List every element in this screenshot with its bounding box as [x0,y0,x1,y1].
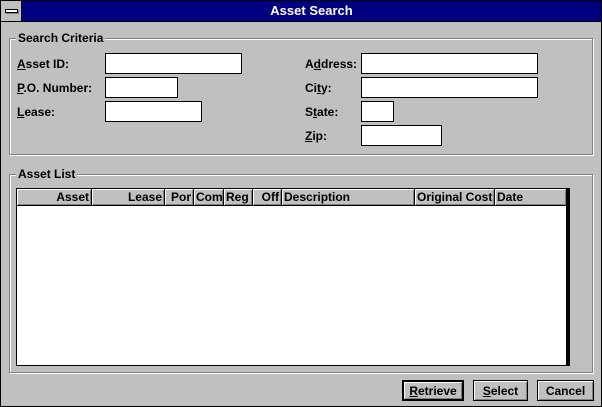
asset-search-window: Asset Search Search Criteria Asset ID: P… [0,0,602,407]
zip-input[interactable] [361,125,442,146]
column-header-lease[interactable]: Lease [92,189,165,205]
asset-id-label-text: sset ID: [25,57,70,71]
column-header-off[interactable]: Off [253,189,282,205]
column-header-asset[interactable]: Asset [17,189,92,205]
city-label-pre: Ci [305,81,317,95]
window-title: Asset Search [270,3,353,18]
asset-list-header: Asset Lease Por Com Reg Off Description … [17,189,567,206]
select-label: elect [490,383,519,398]
address-input[interactable] [361,53,538,74]
city-label: City: [305,80,332,96]
asset-id-accel: A [17,57,26,71]
select-button[interactable]: Select [473,380,528,401]
asset-list-legend: Asset List [16,167,78,181]
column-header-date[interactable]: Date [495,189,567,205]
address-label-pre: A [305,57,314,71]
list-right-border [566,189,569,365]
zip-label: Zip: [305,128,327,144]
asset-list-table[interactable]: Asset Lease Por Com Reg Off Description … [16,188,570,366]
city-input[interactable] [361,77,538,98]
address-accel: d [313,57,322,71]
lease-label-text: ease: [24,105,56,119]
state-input[interactable] [361,101,394,122]
asset-id-input[interactable] [105,53,242,74]
po-number-label: P.O. Number: [17,80,92,96]
lease-input[interactable] [105,101,202,122]
po-number-label-text: .O. Number: [23,81,93,95]
column-header-por[interactable]: Por [165,189,194,205]
asset-id-label: Asset ID: [17,56,69,72]
state-label: State: [305,104,338,120]
retrieve-label: etrieve [417,383,457,398]
retrieve-button[interactable]: Retrieve [402,380,464,401]
system-menu-bar [5,9,18,13]
zip-label-text: ip: [312,129,328,143]
city-label-text: y: [321,81,332,95]
po-number-input[interactable] [105,77,178,98]
column-header-reg[interactable]: Reg [224,189,253,205]
state-label-text: ate: [317,105,339,119]
address-label-text: dress: [321,57,358,71]
lease-label: Lease: [17,104,55,120]
cancel-button[interactable]: Cancel [537,380,594,401]
retrieve-accel: R [409,383,418,398]
column-header-original-cost[interactable]: Original Cost [415,189,495,205]
search-criteria-legend: Search Criteria [16,31,106,45]
title-bar[interactable]: Asset Search [1,1,601,22]
address-label: Address: [305,56,357,72]
select-accel: S [482,383,491,398]
system-menu-icon[interactable] [1,1,22,21]
column-header-description[interactable]: Description [282,189,415,205]
state-label-pre: S [305,105,314,119]
column-header-com[interactable]: Com [194,189,224,205]
